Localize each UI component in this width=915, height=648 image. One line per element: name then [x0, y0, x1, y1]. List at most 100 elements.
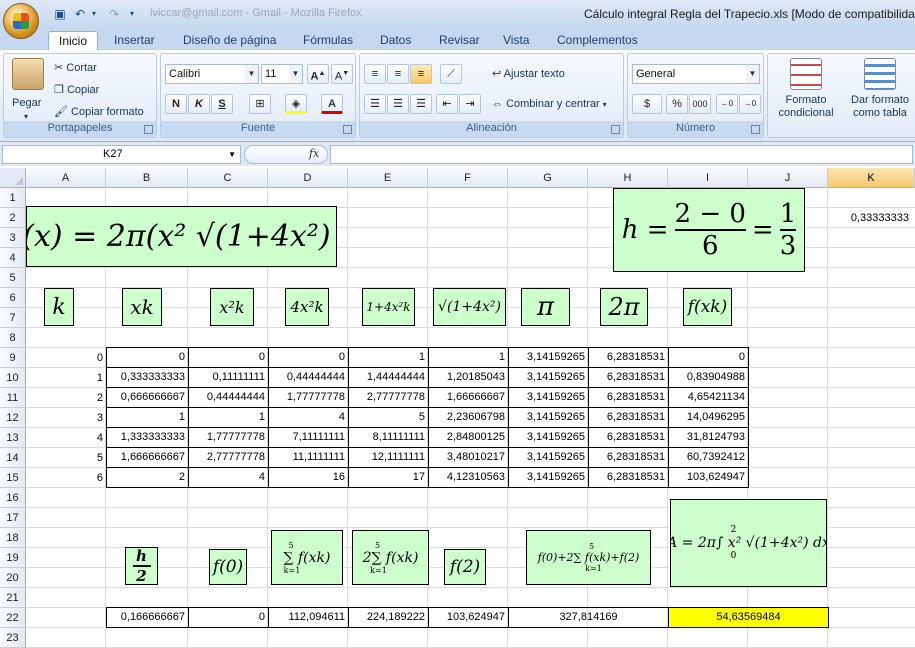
align-bottom-button[interactable]: ≡	[410, 64, 432, 84]
tab-vista[interactable]: Vista	[503, 31, 529, 50]
thousands-button[interactable]: 000	[689, 94, 711, 114]
row-header[interactable]: 23	[0, 628, 26, 648]
table-cell[interactable]: 11,1111111	[268, 447, 349, 468]
dialog-launcher-icon[interactable]	[343, 125, 352, 134]
table-cell[interactable]: 2,84800125	[428, 427, 509, 448]
table-cell[interactable]: 4	[26, 428, 106, 448]
table-cell[interactable]: 3,14159265	[508, 467, 589, 488]
tab-diseno-pagina[interactable]: Diseño de página	[183, 31, 276, 50]
table-cell[interactable]: 2,23606798	[428, 407, 509, 428]
table-cell[interactable]: 3,14159265	[508, 407, 589, 428]
table-cell[interactable]: 4	[268, 407, 349, 428]
undo-dropdown-icon[interactable]: ▾	[86, 6, 102, 22]
table-cell[interactable]: 16	[268, 467, 349, 488]
table-cell[interactable]: 5	[348, 407, 429, 428]
table-cell[interactable]: 2,77777778	[188, 447, 269, 468]
shrink-font-button[interactable]: A▼	[331, 64, 353, 84]
font-color-button[interactable]: A	[321, 94, 343, 114]
row-header[interactable]: 17	[0, 508, 26, 528]
table-cell[interactable]: 1,333333333	[106, 427, 189, 448]
table-cell[interactable]: 4,12310563	[428, 467, 509, 488]
column-header[interactable]: K	[828, 168, 915, 188]
row-header[interactable]: 15	[0, 468, 26, 488]
dialog-launcher-icon[interactable]	[751, 125, 760, 134]
table-cell[interactable]: 1,77777778	[268, 387, 349, 408]
table-cell[interactable]: 7,11111111	[268, 427, 349, 448]
table-cell[interactable]: 2	[26, 388, 106, 408]
office-button[interactable]	[3, 3, 39, 39]
result-area-cell[interactable]: 54,63569484	[668, 607, 829, 628]
fill-color-button[interactable]: ◈	[285, 94, 307, 114]
increase-indent-button[interactable]: ⇥	[459, 94, 481, 114]
tab-insertar[interactable]: Insertar	[114, 31, 155, 50]
cut-button[interactable]: ✂ Cortar	[54, 61, 97, 75]
font-name-select[interactable]: Calibri ▼	[165, 64, 259, 84]
table-cell[interactable]: 0	[188, 347, 269, 368]
redo-icon[interactable]: ↷	[106, 6, 122, 22]
row-header[interactable]: 22	[0, 608, 26, 628]
formula-input[interactable]	[330, 145, 913, 164]
align-top-button[interactable]: ≡	[364, 64, 386, 84]
percent-button[interactable]: %	[666, 94, 688, 114]
table-cell[interactable]: 5	[26, 448, 106, 468]
table-cell[interactable]: 1	[428, 347, 509, 368]
table-cell[interactable]: 2	[106, 467, 189, 488]
table-cell[interactable]: 6,28318531	[588, 367, 669, 388]
tab-revisar[interactable]: Revisar	[439, 31, 480, 50]
italic-button[interactable]: K	[188, 94, 210, 114]
column-header[interactable]: B	[106, 168, 188, 188]
row-header[interactable]: 14	[0, 448, 26, 468]
result-cell[interactable]: 0	[188, 607, 269, 628]
paste-button[interactable]: Pegar	[12, 96, 41, 110]
row-header[interactable]: 1	[0, 188, 26, 208]
row-header[interactable]: 9	[0, 348, 26, 368]
decrease-decimal-button[interactable]: →0	[739, 94, 761, 114]
table-cell[interactable]: 0,666666667	[106, 387, 189, 408]
tab-formulas[interactable]: Fórmulas	[303, 31, 353, 50]
row-header[interactable]: 18	[0, 528, 26, 548]
table-cell[interactable]: 3,14159265	[508, 387, 589, 408]
table-cell[interactable]: 6,28318531	[588, 347, 669, 368]
copy-button[interactable]: ❐ Copiar	[54, 83, 99, 97]
table-cell[interactable]: 3,14159265	[508, 427, 589, 448]
table-cell[interactable]: 103,624947	[668, 467, 749, 488]
column-header[interactable]: A	[26, 168, 106, 188]
tab-complementos[interactable]: Complementos	[557, 31, 638, 50]
column-header[interactable]: J	[748, 168, 828, 188]
bold-button[interactable]: N	[165, 94, 187, 114]
cell-k2[interactable]: 0,33333333	[828, 208, 915, 228]
table-cell[interactable]: 0	[668, 347, 749, 368]
grow-font-button[interactable]: A▲	[307, 64, 329, 84]
decrease-indent-button[interactable]: ⇤	[436, 94, 458, 114]
column-header[interactable]: I	[668, 168, 748, 188]
result-cell[interactable]: 327,814169	[508, 607, 669, 628]
currency-button[interactable]: $	[632, 94, 662, 114]
row-header[interactable]: 16	[0, 488, 26, 508]
table-cell[interactable]: 4	[188, 467, 269, 488]
table-cell[interactable]: 0	[26, 348, 106, 368]
row-header[interactable]: 20	[0, 568, 26, 588]
table-cell[interactable]: 2,77777778	[348, 387, 429, 408]
table-cell[interactable]: 31,8124793	[668, 427, 749, 448]
table-cell[interactable]: 0,83904988	[668, 367, 749, 388]
column-header[interactable]: F	[428, 168, 508, 188]
row-header[interactable]: 10	[0, 368, 26, 388]
result-cell[interactable]: 112,094611	[268, 607, 349, 628]
conditional-format-button[interactable]: Formato condicional	[772, 94, 840, 120]
merge-center-button[interactable]: ⇔ Combinar y centrar ▾	[492, 97, 607, 112]
font-size-select[interactable]: 11 ▼	[261, 64, 303, 84]
align-right-button[interactable]: ☰	[410, 94, 432, 114]
column-header[interactable]: D	[268, 168, 348, 188]
borders-button[interactable]: ⊞	[249, 94, 271, 114]
table-cell[interactable]: 1,666666667	[106, 447, 189, 468]
table-cell[interactable]: 0,11111111	[188, 367, 269, 388]
result-cell[interactable]: 103,624947	[428, 607, 509, 628]
table-cell[interactable]: 6,28318531	[588, 447, 669, 468]
column-header[interactable]: C	[188, 168, 268, 188]
align-center-button[interactable]: ☰	[387, 94, 409, 114]
insert-function-button[interactable]: fx	[309, 147, 319, 160]
table-cell[interactable]: 1	[26, 368, 106, 388]
save-icon[interactable]: ▣	[52, 6, 68, 22]
table-cell[interactable]: 6,28318531	[588, 427, 669, 448]
table-cell[interactable]: 0,44444444	[268, 367, 349, 388]
